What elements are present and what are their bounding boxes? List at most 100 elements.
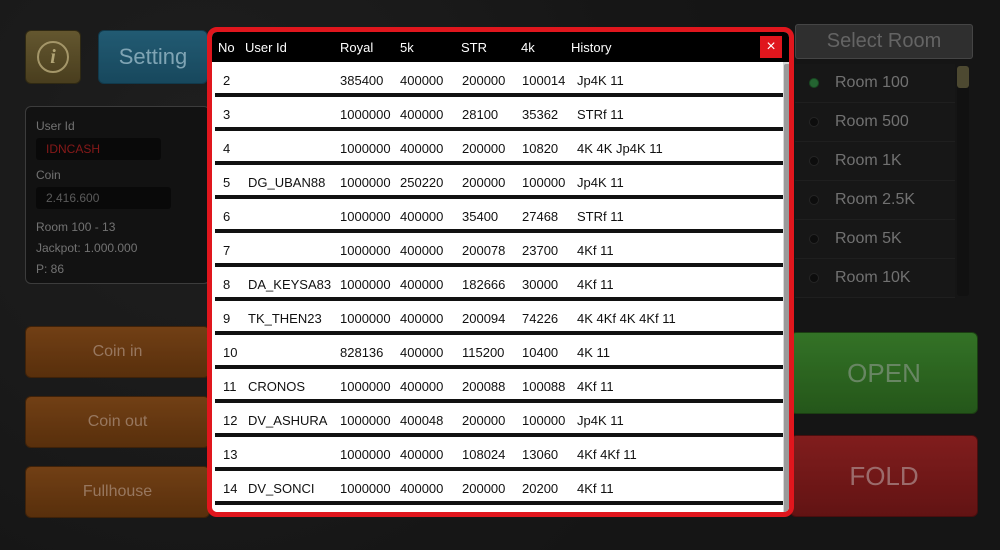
history-modal: No User Id Royal 5k STR 4k History × 2 38… [207,27,794,517]
table-cell: 200000 [462,73,506,88]
close-icon: × [766,38,776,55]
table-cell: 7 [223,243,231,258]
table-cell: Jp4K 11 [577,175,624,190]
table-cell: 200078 [462,243,506,258]
table-cell: Jp4K 11 [577,73,624,88]
table-cell: 4Kf 11 [577,379,614,394]
table-cell: 200088 [462,379,506,394]
table-row[interactable]: 10 828136 400000 115200 10400 4K 11 [215,335,783,369]
column-header: History [571,40,612,55]
table-cell: 10400 [522,345,559,360]
table-cell: 400000 [400,209,444,224]
column-header: 5k [400,40,414,55]
table-cell: 400000 [400,243,444,258]
table-cell: 400000 [400,379,444,394]
history-table-body: 2 385400 400000 200000 100014 Jp4K 11 3 1000000… [215,63,783,517]
table-cell: 20200 [522,481,559,496]
table-cell: 1000000 [340,447,391,462]
table-cell: 385400 [340,73,384,88]
column-header: 4k [521,40,535,55]
table-cell: 250220 [400,175,444,190]
modal-scrollbar[interactable] [783,62,789,512]
table-cell: 4Kf 11 [577,481,614,496]
table-cell: 4Kf 11 [577,514,614,517]
table-row[interactable]: 9 TK_THEN23 1000000 400000 200094 74226 4K 4Kf… [215,301,783,335]
table-row[interactable]: 15 1000000 400000 200000 10420 4Kf 11 [215,505,783,517]
table-cell: 4K 4K Jp4K 11 [577,141,663,156]
table-cell: 1000000 [340,514,391,517]
table-row[interactable]: 7 1000000 400000 200078 23700 4Kf 11 [215,233,783,267]
table-cell: 1000000 [340,277,391,292]
table-cell: 108024 [462,447,506,462]
table-row[interactable]: 6 1000000 400000 35400 27468 STRf 11 [215,199,783,233]
close-button[interactable]: × [760,36,782,58]
table-cell: 400000 [400,481,444,496]
table-cell: 828136 [340,345,384,360]
table-cell: 100088 [522,379,566,394]
table-cell: 200000 [462,175,506,190]
table-cell: 4Kf 11 [577,277,614,292]
table-cell: 4K 11 [577,345,611,360]
table-cell: 4 [223,141,231,156]
table-cell: 35400 [462,209,499,224]
table-cell: 4Kf 4Kf 11 [577,447,637,462]
table-cell: 400000 [400,73,444,88]
table-cell: 115200 [462,345,505,360]
table-cell: 14 [223,481,238,496]
table-cell: 100014 [522,73,566,88]
table-row[interactable]: 8 DA_KEYSA83 1000000 400000 182666 30000 4Kf … [215,267,783,301]
table-cell: 6 [223,209,231,224]
table-cell: STRf 11 [577,107,624,122]
table-row[interactable]: 13 1000000 400000 108024 13060 4Kf 4Kf 11 [215,437,783,471]
table-cell: 400000 [400,107,444,122]
table-cell: 1000000 [340,243,391,258]
table-cell: Jp4K 11 [577,413,624,428]
table-cell: 10420 [522,514,558,517]
table-row[interactable]: 12 DV_ASHURA 1000000 400048 200000 100000 Jp4K… [215,403,783,437]
table-cell: 200000 [462,141,506,156]
table-cell: DG_UBAN88 [248,175,326,190]
table-cell: 400000 [400,514,443,517]
table-cell: 27468 [522,209,559,224]
table-cell: 1000000 [340,379,391,394]
table-cell: 200000 [462,481,506,496]
table-cell: DV_ASHURA [248,413,328,428]
table-row[interactable]: 2 385400 400000 200000 100014 Jp4K 11 [215,63,783,97]
table-cell: 9 [223,311,231,326]
table-cell: 400000 [400,141,444,156]
table-row[interactable]: 11 CRONOS 1000000 400000 200088 100088 4Kf 11 [215,369,783,403]
table-cell: 200000 [462,514,505,517]
table-cell: 4K 4Kf 4K 4Kf 11 [577,311,676,326]
table-cell: 100000 [522,175,566,190]
table-cell: DV_SONCI [248,481,315,496]
table-cell: 1000000 [340,107,391,122]
table-cell: 13060 [522,447,559,462]
table-cell: 74226 [522,311,559,326]
table-cell: 100000 [522,413,566,428]
table-row[interactable]: 3 1000000 400000 28100 35362 STRf 11 [215,97,783,131]
table-cell: 10 [223,345,238,360]
modal-scrollbar-thumb[interactable] [784,64,789,512]
table-cell: 3 [223,107,231,122]
table-cell: 11 [223,379,237,394]
column-header: No [218,40,235,55]
column-header: Royal [340,40,374,55]
table-cell: TK_THEN23 [248,311,322,326]
table-cell: 1000000 [340,311,391,326]
table-header: No User Id Royal 5k STR 4k History × [212,32,789,62]
table-row[interactable]: 4 1000000 400000 200000 10820 4K 4K Jp4K 11 [215,131,783,165]
table-cell: 1000000 [340,413,391,428]
table-row[interactable]: 5 DG_UBAN88 1000000 250220 200000 100000 Jp4K … [215,165,783,199]
table-cell: 15 [223,514,237,517]
table-cell: 1000000 [340,481,391,496]
table-row[interactable]: 14 DV_SONCI 1000000 400000 200000 20200 4Kf 1… [215,471,783,505]
table-cell: DA_KEYSA83 [248,277,332,292]
column-header: STR [461,40,487,55]
table-cell: 2 [223,73,231,88]
table-cell: 400000 [400,345,444,360]
table-cell: 200094 [462,311,506,326]
table-cell: 28100 [462,107,499,122]
table-cell: 4Kf 11 [577,243,614,258]
table-cell: 1000000 [340,209,391,224]
table-cell: 400000 [400,447,444,462]
